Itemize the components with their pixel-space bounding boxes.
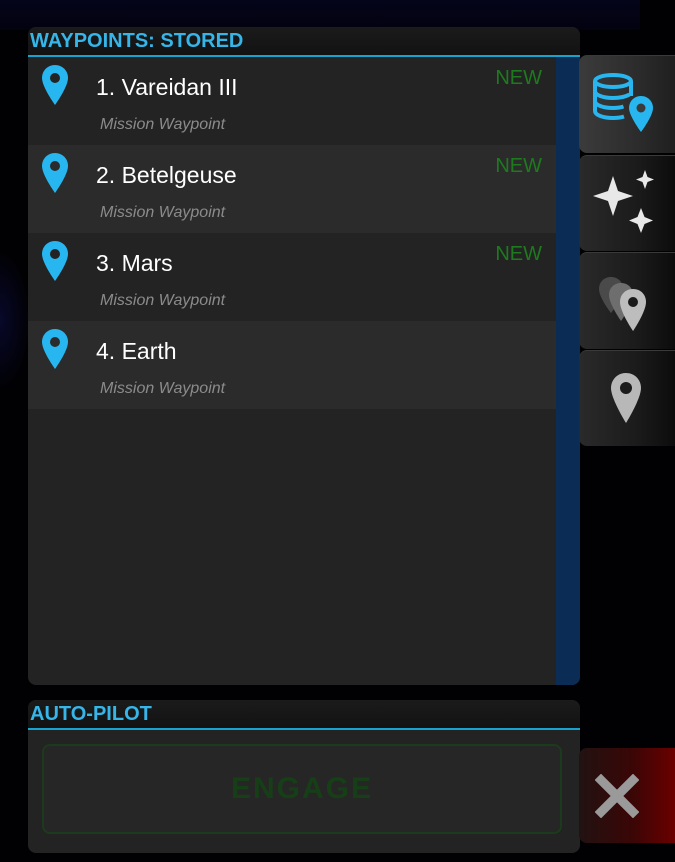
map-pin-icon	[42, 65, 68, 105]
map-pin-icon	[611, 373, 641, 423]
database-pin-icon	[593, 73, 653, 132]
close-button[interactable]	[579, 748, 675, 843]
waypoints-panel-header: WAYPOINTS: STORED	[28, 27, 580, 57]
waypoint-type: Mission Waypoint	[100, 292, 226, 309]
sparkles-icon	[593, 170, 654, 233]
close-icon	[595, 774, 639, 818]
waypoint-name: 2. Betelgeuse	[96, 162, 237, 188]
waypoint-name: 4. Earth	[96, 338, 177, 364]
waypoint-name: 3. Mars	[96, 250, 173, 276]
map-pin-icon	[42, 329, 68, 369]
engage-button[interactable]: ENGAGE	[42, 744, 562, 834]
autopilot-panel: AUTO-PILOT ENGAGE	[28, 700, 580, 853]
waypoint-name: 1. Vareidan III	[96, 74, 238, 100]
autopilot-panel-header: AUTO-PILOT	[28, 700, 580, 730]
autopilot-panel-title: AUTO-PILOT	[30, 703, 152, 725]
waypoint-list-scrollbar[interactable]	[556, 57, 580, 685]
map-pin-icon	[42, 153, 68, 193]
waypoint-row-2[interactable]: 2. Betelgeuse Mission Waypoint NEW	[28, 145, 556, 233]
waypoints-panel: WAYPOINTS: STORED 1. Vareidan III Missio…	[28, 27, 580, 685]
map-pin-icon	[42, 241, 68, 281]
waypoint-row-1[interactable]: 1. Vareidan III Mission Waypoint NEW	[28, 57, 556, 145]
waypoint-type: Mission Waypoint	[100, 116, 226, 133]
waypoint-type: Mission Waypoint	[100, 380, 226, 397]
tab-waypoint-groups[interactable]	[579, 252, 675, 349]
tab-stored-waypoints[interactable]	[579, 55, 675, 153]
new-badge: NEW	[495, 243, 542, 265]
waypoint-list[interactable]: 1. Vareidan III Mission Waypoint NEW 2. …	[28, 57, 556, 685]
space-background-glow	[0, 250, 30, 390]
new-badge: NEW	[495, 155, 542, 177]
waypoint-row-3[interactable]: 3. Mars Mission Waypoint NEW	[28, 233, 556, 321]
waypoint-screen: WAYPOINTS: STORED 1. Vareidan III Missio…	[0, 0, 675, 862]
tab-custom-waypoint[interactable]	[579, 350, 675, 446]
waypoint-type: Mission Waypoint	[100, 204, 226, 221]
new-badge: NEW	[495, 67, 542, 89]
tab-celestial-bodies[interactable]	[579, 155, 675, 251]
waypoints-panel-title: WAYPOINTS: STORED	[30, 30, 244, 52]
space-background	[0, 0, 640, 30]
waypoint-row-4[interactable]: 4. Earth Mission Waypoint	[28, 321, 556, 409]
multiple-pins-icon	[599, 277, 646, 331]
